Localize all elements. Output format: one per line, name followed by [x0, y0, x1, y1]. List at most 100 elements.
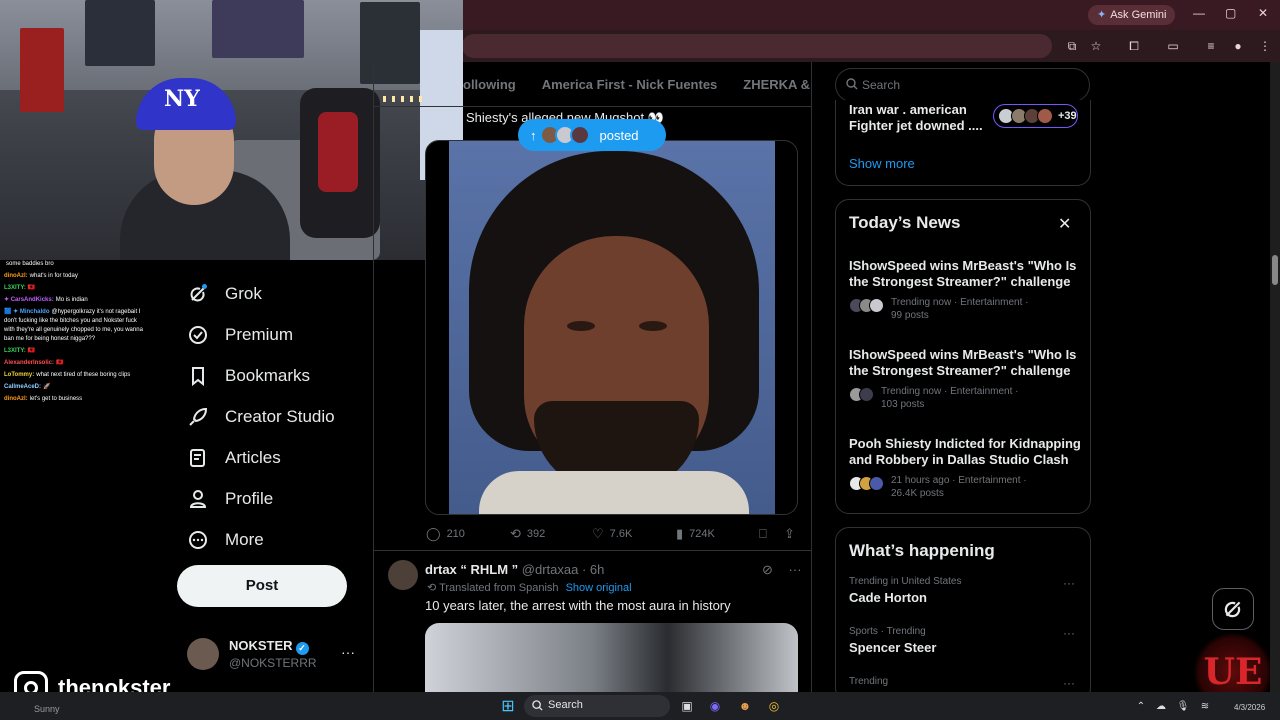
like-button[interactable]: ♡ 7.6K	[592, 526, 632, 542]
search-icon	[846, 78, 858, 90]
trending-avatars[interactable]: +39	[993, 104, 1078, 128]
chat-message: 🟦 ✦ Minchaldo @hypergolkrazy it's not rag…	[4, 308, 146, 344]
chat-text: some baddies bro	[6, 261, 54, 267]
translate-icon: ⟲	[427, 582, 437, 594]
repost-button[interactable]: ⟲ 392	[510, 526, 545, 542]
account-handle: @NOKSTERRR	[229, 656, 317, 670]
tweet-image[interactable]	[425, 623, 798, 703]
views-icon: ▮	[676, 526, 684, 541]
image-eye	[567, 321, 595, 331]
tweet-image[interactable]	[449, 141, 775, 514]
grok-icon	[187, 283, 209, 305]
chat-username: dinoAzl:	[4, 273, 28, 279]
tweet-author-handle[interactable]: @drtaxaa	[522, 562, 579, 577]
sidebar-item-grok[interactable]: Grok	[178, 273, 368, 314]
share-button[interactable]: ⇪	[784, 526, 801, 542]
address-bar[interactable]	[462, 34, 1052, 58]
trend-item[interactable]: Trending ···	[849, 676, 1081, 690]
chat-text: 🇦🇱	[27, 285, 36, 291]
news-meta: Trending now · Entertainment · 103 posts	[881, 386, 1019, 410]
sidebar-item-premium[interactable]: Premium	[178, 314, 368, 355]
rocket-icon	[187, 406, 209, 428]
taskbar-date[interactable]: 4/3/2026	[1234, 703, 1265, 712]
sidebar-item-label: Grok	[225, 283, 262, 303]
taskbar-search[interactable]: Search	[524, 695, 670, 717]
sidebar-item-articles[interactable]: Articles	[178, 437, 368, 478]
windows-start-icon[interactable]: ⊞	[497, 695, 519, 717]
news-item[interactable]: IShowSpeed wins MrBeast's "Who Is the St…	[849, 258, 1081, 322]
wifi-icon[interactable]: ≋	[1194, 695, 1216, 717]
chat-message: some baddies bro	[4, 260, 146, 269]
chrome-icon[interactable]: ◎	[763, 695, 785, 717]
news-item[interactable]: IShowSpeed wins MrBeast's "Who Is the St…	[849, 347, 1081, 411]
webcam-poster	[360, 2, 420, 84]
close-window-button[interactable]: ✕	[1258, 6, 1268, 20]
maximize-button[interactable]: ▢	[1225, 6, 1236, 20]
sidebar-item-creator-studio[interactable]: Creator Studio	[178, 396, 368, 437]
new-posts-pill[interactable]: ↑ posted	[518, 119, 666, 151]
install-app-icon[interactable]: ⧉	[1064, 38, 1080, 54]
ask-gemini-button[interactable]: ✦ Ask Gemini	[1088, 5, 1176, 25]
news-item[interactable]: Pooh Shiesty Indicted for Kidnapping and…	[849, 436, 1081, 500]
tweet-time[interactable]: · 6h	[582, 562, 604, 577]
trend-more-icon[interactable]: ···	[1063, 576, 1075, 590]
post-button[interactable]: Post	[177, 565, 347, 607]
media-icon[interactable]: ≡	[1203, 38, 1219, 54]
avatar	[859, 387, 874, 402]
page-scrollbar[interactable]	[1270, 62, 1280, 692]
grok-floating-button[interactable]	[1212, 588, 1254, 630]
chat-username: CallmeAceD:	[4, 384, 42, 390]
bookmark-button[interactable]: ⎕	[759, 526, 773, 542]
feed-tabs: ollowing America First - Nick Fuentes ZH…	[463, 62, 811, 107]
trending-title[interactable]: Iran war . american Fighter jet downed .…	[849, 102, 989, 134]
tray-icon[interactable]: ☁	[1150, 695, 1172, 717]
gemini-star-icon: ✦	[1097, 9, 1107, 21]
account-switcher[interactable]: NOKSTER ✓ @NOKSTERRR ···	[187, 636, 367, 676]
bookmark-star-icon[interactable]: ☆	[1088, 38, 1104, 54]
avatar[interactable]	[388, 560, 418, 590]
trend-item[interactable]: Trending in United States Cade Horton ··…	[849, 576, 1081, 605]
sidebar-item-more[interactable]: More	[178, 519, 368, 560]
sidebar-item-profile[interactable]: Profile	[178, 478, 368, 519]
chat-text: what next tired of these boring clips	[36, 372, 131, 378]
microphone-icon[interactable]: 🎙	[1172, 695, 1194, 717]
app-icon[interactable]: ◉	[704, 695, 726, 717]
scrollbar-thumb[interactable]	[1272, 255, 1278, 285]
trend-more-icon[interactable]: ···	[1063, 676, 1075, 690]
close-icon[interactable]: ✕	[1058, 214, 1071, 234]
show-more-link[interactable]: Show more	[849, 156, 915, 171]
show-original-link[interactable]: Show original	[566, 582, 632, 594]
tab-following[interactable]: ollowing	[463, 77, 516, 92]
trend-context: Trending	[849, 676, 889, 687]
sidepanel-icon[interactable]: ▭	[1165, 38, 1181, 54]
webcam-poster	[85, 0, 155, 66]
app-icon[interactable]: ☻	[734, 695, 756, 717]
articles-icon	[187, 447, 209, 469]
search-input[interactable]: Search	[835, 68, 1090, 102]
tab-america-first[interactable]: America First - Nick Fuentes	[542, 77, 718, 92]
browser-menu-icon[interactable]: ⋮	[1257, 38, 1273, 54]
account-more-icon[interactable]: ···	[341, 644, 355, 660]
news-meta: 21 hours ago · Entertainment · 26.4K pos…	[891, 475, 1027, 499]
sidebar-item-label: Bookmarks	[225, 365, 311, 385]
sidebar-item-label: More	[225, 529, 264, 549]
trend-more-icon[interactable]: ···	[1063, 626, 1075, 640]
extensions-icon[interactable]: ⧠	[1126, 38, 1142, 54]
profile-avatar-icon[interactable]: ●	[1230, 38, 1246, 54]
weather-text[interactable]: Sunny	[34, 704, 60, 714]
tweet-more-icon[interactable]: ···	[789, 562, 802, 577]
chat-username: 🟦 ✦ Minchaldo	[4, 309, 50, 315]
sidebar-item-bookmarks[interactable]: Bookmarks	[178, 355, 368, 396]
tray-overflow-icon[interactable]: ⌃	[1130, 695, 1152, 717]
tweet-author-name[interactable]: drtax “ RHLM ”	[425, 562, 518, 577]
news-avatars	[849, 387, 874, 411]
trend-item[interactable]: Sports · Trending Spencer Steer ···	[849, 626, 1081, 655]
task-view-icon[interactable]: ▣	[676, 695, 698, 717]
chat-message: LoTommy: what next tired of these boring …	[4, 371, 146, 380]
minimize-button[interactable]: —	[1193, 6, 1205, 20]
grok-explain-icon[interactable]: ⊘	[762, 562, 773, 577]
views-button[interactable]: ▮ 724K	[676, 526, 715, 542]
tab-zherka[interactable]: ZHERKA & CRI	[743, 77, 811, 92]
whats-happening-card: What’s happening Trending in United Stat…	[835, 527, 1091, 702]
reply-button[interactable]: ◯ 210	[426, 526, 465, 542]
